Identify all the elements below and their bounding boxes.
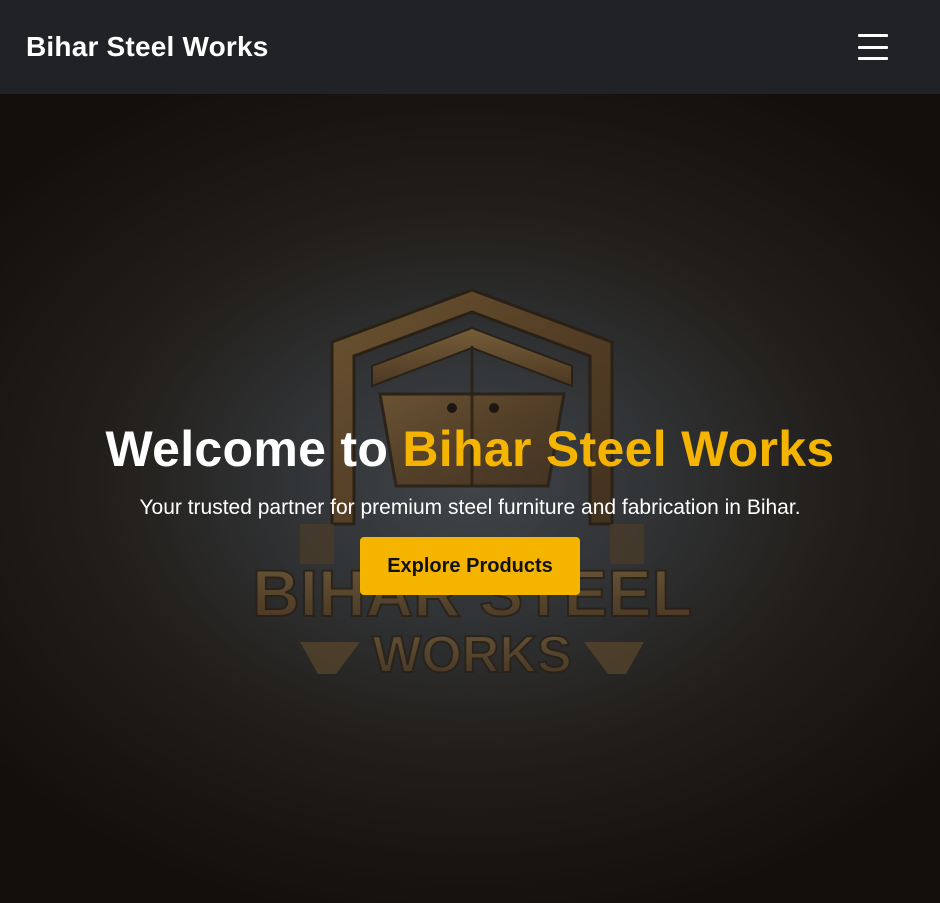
hamburger-menu-icon[interactable] [858,32,888,62]
hero-title: Welcome to Bihar Steel Works [0,419,940,479]
hamburger-line [858,34,888,37]
hamburger-line [858,57,888,60]
hamburger-line [858,45,888,49]
site-brand[interactable]: Bihar Steel Works [26,31,269,63]
hero-title-prefix: Welcome to [105,421,403,477]
top-navbar: Bihar Steel Works [0,0,940,94]
hero-subtitle: Your trusted partner for premium steel f… [139,496,801,519]
hero-section: BIHAR STEEL WORKS Welcome to Bihar Steel… [0,94,940,903]
explore-products-button[interactable]: Explore Products [360,537,580,595]
hero-title-accent: Bihar Steel Works [402,421,835,477]
hero-content: Welcome to Bihar Steel Works Your truste… [0,419,940,595]
